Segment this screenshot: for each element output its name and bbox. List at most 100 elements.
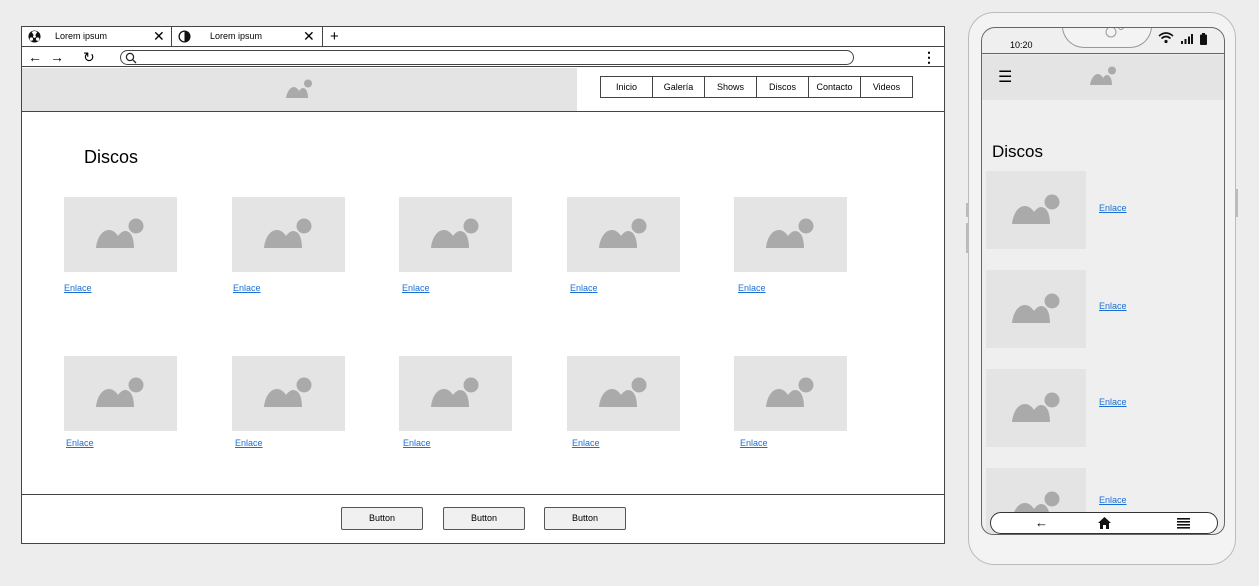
mobile-header: ☰ <box>982 55 1224 100</box>
tab-label: Lorem ipsum <box>55 31 108 41</box>
image-icon <box>1012 194 1060 224</box>
album-image-placeholder <box>64 356 177 431</box>
nav-item-inicio[interactable]: Inicio <box>601 77 653 97</box>
mobile-album-link[interactable]: Enlace <box>1099 495 1127 505</box>
address-bar: ← → ↻ ⋮ <box>22 48 944 67</box>
image-icon <box>1012 392 1060 422</box>
album-card: Enlace <box>567 197 680 293</box>
image-icon <box>264 377 312 407</box>
search-icon <box>125 52 137 64</box>
album-card: Enlace <box>399 356 512 448</box>
album-card: Enlace <box>399 197 512 293</box>
album-link[interactable]: Enlace <box>402 283 430 293</box>
nav-item-contacto[interactable]: Contacto <box>809 77 861 97</box>
album-link[interactable]: Enlace <box>570 283 598 293</box>
image-icon <box>431 377 479 407</box>
nav-item-shows[interactable]: Shows <box>705 77 757 97</box>
main-nav: Inicio Galería Shows Discos Contacto Vid… <box>600 76 913 98</box>
image-icon <box>286 79 312 98</box>
browser-window: Lorem ipsum ✕ Lorem ipsum ✕ + ← → ↻ ⋮ In… <box>21 26 945 544</box>
album-card: Enlace <box>64 197 177 293</box>
album-image-placeholder <box>399 197 512 272</box>
album-image-placeholder <box>734 197 847 272</box>
page-title: Discos <box>84 147 139 167</box>
camera-icon <box>1105 28 1124 38</box>
menu-lines-icon[interactable] <box>1177 518 1190 529</box>
album-link[interactable]: Enlace <box>235 438 263 448</box>
image-icon <box>1012 293 1060 323</box>
album-image-placeholder <box>399 356 512 431</box>
image-icon <box>599 218 647 248</box>
mobile-bottom-nav: ← <box>990 512 1218 534</box>
tab-label: Lorem ipsum <box>210 31 263 41</box>
back-arrow-icon[interactable]: ← <box>28 48 42 66</box>
album-link[interactable]: Enlace <box>233 283 261 293</box>
hamburger-menu-icon[interactable]: ☰ <box>998 70 1012 86</box>
mobile-page-title: Discos <box>992 142 1044 161</box>
url-input[interactable] <box>120 50 854 65</box>
album-card: Enlace <box>64 356 177 448</box>
reload-icon[interactable]: ↻ <box>83 48 95 66</box>
phone-notch <box>1062 28 1152 48</box>
album-card: Enlace <box>734 197 847 293</box>
album-card: Enlace <box>232 356 345 448</box>
mobile-album-image <box>986 270 1086 348</box>
album-link[interactable]: Enlace <box>572 438 600 448</box>
nav-item-galeria[interactable]: Galería <box>653 77 705 97</box>
contrast-icon <box>178 30 191 43</box>
back-arrow-icon[interactable]: ← <box>1035 515 1048 531</box>
site-header: Inicio Galería Shows Discos Contacto Vid… <box>22 68 944 112</box>
album-image-placeholder <box>232 356 345 431</box>
phone-screen: 10:20 ☰ Discos Enlace Enlace Enlace Enla… <box>981 27 1225 535</box>
forward-arrow-icon[interactable]: → <box>50 48 64 66</box>
phone-power-button <box>1235 189 1238 217</box>
logo-placeholder <box>22 68 577 111</box>
kebab-menu-icon[interactable]: ⋮ <box>922 48 936 66</box>
album-link[interactable]: Enlace <box>740 438 768 448</box>
status-time: 10:20 <box>1010 40 1033 50</box>
album-link[interactable]: Enlace <box>66 438 94 448</box>
album-image-placeholder <box>64 197 177 272</box>
new-tab-button[interactable]: + <box>330 27 339 47</box>
wifi-icon <box>1158 32 1174 44</box>
album-image-placeholder <box>567 356 680 431</box>
tab-bar: Lorem ipsum ✕ Lorem ipsum ✕ + <box>22 27 944 47</box>
mobile-album-link[interactable]: Enlace <box>1099 397 1127 407</box>
mobile-album-image <box>986 369 1086 447</box>
image-icon <box>96 218 144 248</box>
image-icon <box>766 218 814 248</box>
home-icon[interactable] <box>1098 517 1111 529</box>
album-image-placeholder <box>567 197 680 272</box>
phone-side-button <box>966 223 969 253</box>
image-icon <box>264 218 312 248</box>
album-image-placeholder <box>232 197 345 272</box>
mobile-album-link[interactable]: Enlace <box>1099 301 1127 311</box>
image-icon <box>96 377 144 407</box>
footer-button-1[interactable]: Button <box>341 507 423 530</box>
album-card: Enlace <box>567 356 680 448</box>
browser-tab-2[interactable]: Lorem ipsum ✕ <box>172 27 323 47</box>
nav-item-videos[interactable]: Videos <box>861 77 912 97</box>
footer-button-3[interactable]: Button <box>544 507 626 530</box>
album-image-placeholder <box>734 356 847 431</box>
radiation-icon <box>28 30 41 43</box>
album-card: Enlace <box>734 356 847 448</box>
phone-mockup: 10:20 ☰ Discos Enlace Enlace Enlace Enla… <box>966 12 1238 565</box>
phone-side-button <box>966 203 969 217</box>
album-link[interactable]: Enlace <box>64 283 92 293</box>
image-icon <box>1090 66 1116 85</box>
close-icon[interactable]: ✕ <box>303 29 315 43</box>
site-footer: Button Button Button <box>22 494 944 543</box>
mobile-album-image <box>986 171 1086 249</box>
nav-item-discos[interactable]: Discos <box>757 77 809 97</box>
footer-button-2[interactable]: Button <box>443 507 525 530</box>
battery-icon <box>1200 33 1207 45</box>
signal-icon <box>1181 34 1193 44</box>
album-card: Enlace <box>232 197 345 293</box>
image-icon <box>431 218 479 248</box>
album-link[interactable]: Enlace <box>403 438 431 448</box>
close-icon[interactable]: ✕ <box>153 29 165 43</box>
mobile-album-link[interactable]: Enlace <box>1099 203 1127 213</box>
album-link[interactable]: Enlace <box>738 283 766 293</box>
browser-tab-1[interactable]: Lorem ipsum ✕ <box>22 27 172 47</box>
